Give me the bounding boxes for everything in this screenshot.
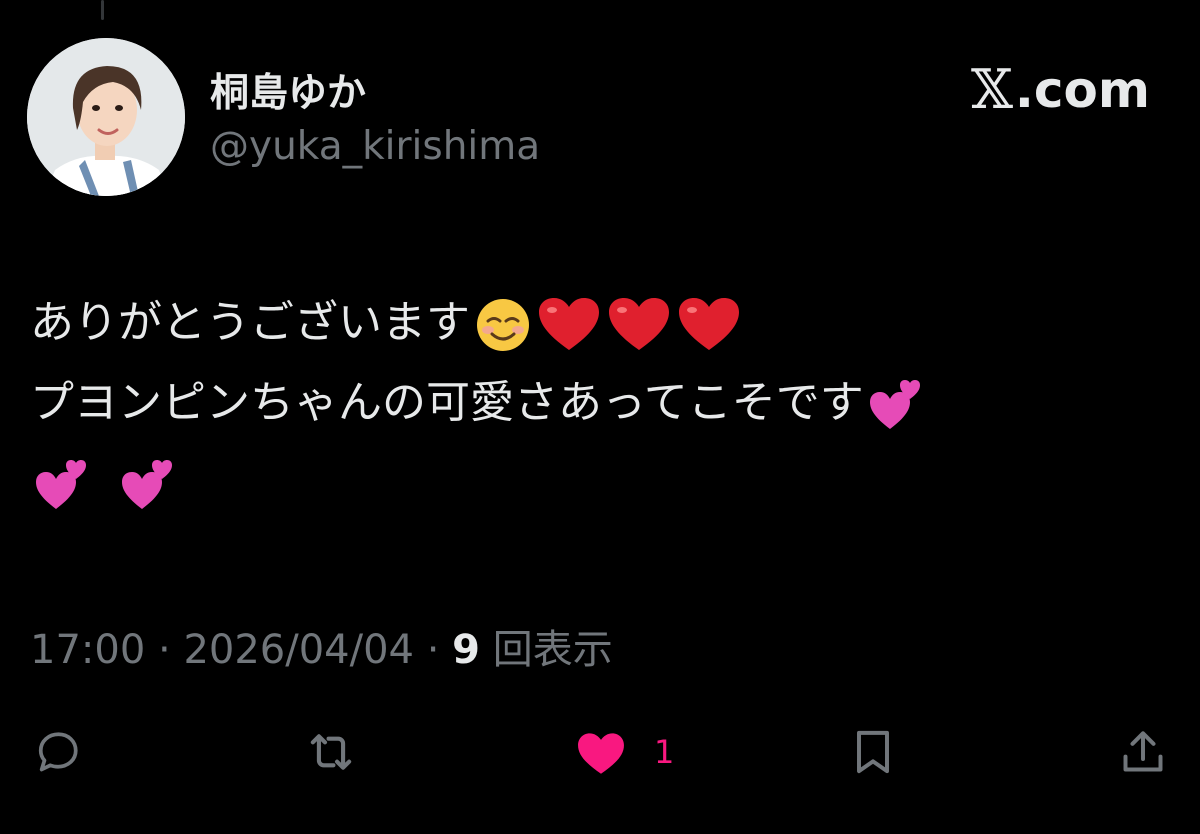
x-com-brand: 𝕏 .com (971, 58, 1150, 121)
tweet-text: ありがとうございます プヨンピンちゃんの可愛さあってこそです (30, 283, 1180, 523)
tweet-line-2: プヨンピンちゃんの可愛さあってこそです (30, 363, 1180, 443)
action-bar: 1 (0, 722, 1200, 782)
two-hearts-icon (868, 377, 924, 433)
bookmark-button[interactable] (845, 722, 901, 782)
reply-icon (38, 732, 78, 772)
tweet-date[interactable]: 2026/04/04 (183, 627, 414, 673)
tweet-time[interactable]: 17:00 (30, 627, 145, 673)
bookmark-icon (857, 730, 889, 774)
like-count: 1 (654, 733, 675, 771)
meta-separator: · (413, 627, 453, 673)
user-handle[interactable]: @yuka_kirishima (210, 124, 540, 169)
smiling-face-icon (474, 296, 532, 354)
views-label: 回表示 (479, 627, 613, 673)
tweet-line-1-text: ありがとうございます (30, 297, 470, 348)
two-hearts-icon (34, 457, 90, 513)
tweet-line-3 (30, 443, 1180, 523)
repost-button[interactable] (302, 722, 360, 782)
tweet-line-2-text: プヨンピンちゃんの可愛さあってこそです (30, 377, 864, 428)
views-count: 9 (452, 627, 480, 673)
x-logo-icon: 𝕏 (971, 58, 1013, 121)
repost-icon (310, 734, 352, 770)
share-button[interactable] (1115, 722, 1171, 782)
red-heart-icon (676, 296, 742, 354)
like-button[interactable]: 1 (572, 722, 674, 782)
meta-separator: · (145, 627, 184, 673)
display-name[interactable]: 桐島ゆか (210, 62, 366, 118)
tweet-line-1: ありがとうございます (30, 283, 1180, 363)
tweet-meta: 17:00 · 2026/04/04 · 9 回表示 (30, 617, 613, 675)
brand-domain: .com (1014, 60, 1150, 119)
reply-button[interactable] (30, 722, 86, 782)
avatar[interactable] (27, 38, 185, 196)
two-hearts-icon (120, 457, 176, 513)
share-icon (1123, 731, 1163, 772)
red-heart-icon (606, 296, 672, 354)
red-heart-icon (536, 296, 602, 354)
thread-connector-line (101, 0, 104, 20)
like-icon (578, 733, 624, 774)
